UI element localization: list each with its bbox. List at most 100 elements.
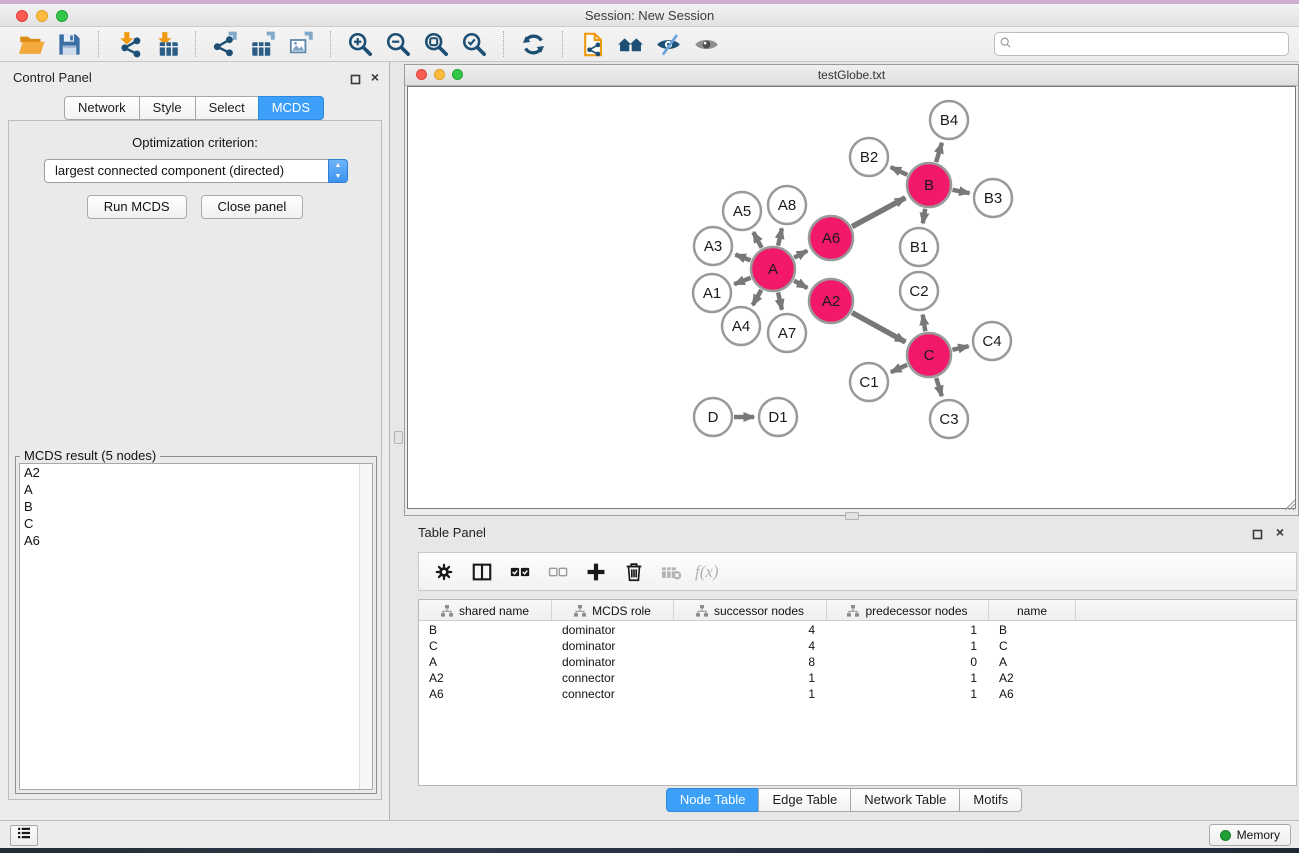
zoom-selected-icon[interactable] <box>455 29 493 59</box>
resize-grip-icon[interactable] <box>1282 497 1296 511</box>
float-panel-icon[interactable] <box>350 72 361 83</box>
zoom-fit-icon[interactable] <box>417 29 455 59</box>
vertical-splitter-grip[interactable] <box>394 431 403 444</box>
close-panel-button[interactable]: Close panel <box>201 195 304 219</box>
table-row[interactable]: Cdominator41C <box>419 638 1296 654</box>
close-panel-icon[interactable]: × <box>371 68 379 86</box>
graph-node-C1[interactable]: C1 <box>850 363 888 401</box>
hide-eye-icon[interactable] <box>649 29 687 59</box>
tab-style[interactable]: Style <box>139 96 196 120</box>
graph-node-A6[interactable]: A6 <box>809 216 853 260</box>
task-history-button[interactable] <box>10 825 38 846</box>
graph-node-A4[interactable]: A4 <box>722 307 760 345</box>
column-browser-icon[interactable] <box>465 557 499 587</box>
result-node-item[interactable]: A6 <box>20 532 372 549</box>
optimization-criterion-label: Optimization criterion: <box>9 135 381 150</box>
tree-icon <box>441 605 453 617</box>
zoom-out-icon[interactable] <box>379 29 417 59</box>
toolbar-separator <box>98 31 99 57</box>
graph-node-C3[interactable]: C3 <box>930 400 968 438</box>
export-table-icon[interactable] <box>244 29 282 59</box>
graph-node-B2[interactable]: B2 <box>850 138 888 176</box>
function-builder-button[interactable]: f(x) <box>693 562 719 582</box>
import-table-icon[interactable] <box>147 29 185 59</box>
column-header-MCDS-role[interactable]: MCDS role <box>552 600 674 621</box>
close-panel-icon[interactable]: × <box>1276 523 1284 541</box>
mcds-result-list[interactable]: A2ABCA6 <box>19 463 373 790</box>
table-row[interactable]: A6connector11A6 <box>419 686 1296 702</box>
result-scrollbar[interactable] <box>359 464 372 789</box>
column-header-successor-nodes[interactable]: successor nodes <box>674 600 827 621</box>
tab-network-table[interactable]: Network Table <box>850 788 960 812</box>
tab-motifs[interactable]: Motifs <box>959 788 1022 812</box>
result-node-item[interactable]: B <box>20 498 372 515</box>
result-node-item[interactable]: A2 <box>20 464 372 481</box>
add-column-icon[interactable] <box>579 557 613 587</box>
search-input[interactable] <box>994 32 1289 56</box>
horizontal-splitter-grip[interactable] <box>845 512 859 520</box>
graph-node-A7[interactable]: A7 <box>768 314 806 352</box>
search-field-wrap <box>994 32 1289 56</box>
column-header-name[interactable]: name <box>989 600 1076 621</box>
delete-column-icon[interactable] <box>617 557 651 587</box>
edge-A2-C <box>852 313 905 342</box>
graph-node-A2[interactable]: A2 <box>809 279 853 323</box>
column-header-shared-name[interactable]: shared name <box>419 600 552 621</box>
graph-node-D1[interactable]: D1 <box>759 398 797 436</box>
graph-node-D[interactable]: D <box>694 398 732 436</box>
network-canvas[interactable]: A A1 A2 A3 A4 A5 A6 A7 A8 B B1 B2 B3 B4 … <box>407 86 1296 509</box>
gear-icon[interactable] <box>427 557 461 587</box>
table-cell: 1 <box>827 686 989 702</box>
deselect-all-icon[interactable] <box>541 557 575 587</box>
application-window: Session: New Session Control Panel × Net… <box>0 0 1299 853</box>
import-network-icon[interactable] <box>109 29 147 59</box>
save-session-icon[interactable] <box>50 29 88 59</box>
svg-text:A8: A8 <box>778 197 796 214</box>
graph-node-A[interactable]: A <box>751 247 795 291</box>
graph-node-A3[interactable]: A3 <box>694 227 732 265</box>
float-panel-icon[interactable] <box>1252 527 1263 538</box>
svg-text:A6: A6 <box>822 230 840 247</box>
table-row[interactable]: Adominator80A <box>419 654 1296 670</box>
open-session-icon[interactable] <box>12 29 50 59</box>
table-panel: Table Panel × f(x) shared nameMCDS roles… <box>390 520 1299 820</box>
export-network-icon[interactable] <box>206 29 244 59</box>
table-type-tabs: Node TableEdge TableNetwork TableMotifs <box>390 788 1299 812</box>
eye-icon[interactable] <box>687 29 725 59</box>
graph-node-C2[interactable]: C2 <box>900 272 938 310</box>
graph-node-B1[interactable]: B1 <box>900 228 938 266</box>
graph-node-C[interactable]: C <box>907 333 951 377</box>
run-mcds-button[interactable]: Run MCDS <box>87 195 187 219</box>
column-header-predecessor-nodes[interactable]: predecessor nodes <box>827 600 989 621</box>
edge-A6-B <box>852 198 905 227</box>
memory-button[interactable]: Memory <box>1209 824 1291 846</box>
graph-node-B3[interactable]: B3 <box>974 179 1012 217</box>
tab-edge-table[interactable]: Edge Table <box>758 788 851 812</box>
table-row[interactable]: Bdominator41B <box>419 622 1296 638</box>
network-document-icon[interactable] <box>573 29 611 59</box>
graph-node-C4[interactable]: C4 <box>973 322 1011 360</box>
table-cell: A2 <box>419 670 552 686</box>
apply-layout-icon[interactable] <box>514 29 552 59</box>
edge-B-B4 <box>936 143 942 162</box>
export-image-icon[interactable] <box>282 29 320 59</box>
network-window-titlebar[interactable]: testGlobe.txt <box>405 65 1298 86</box>
tab-select[interactable]: Select <box>195 96 259 120</box>
homes-icon[interactable] <box>611 29 649 59</box>
tab-mcds[interactable]: MCDS <box>258 96 324 120</box>
graph-node-B4[interactable]: B4 <box>930 101 968 139</box>
criterion-select[interactable]: largest connected component (directed) ▲… <box>44 159 348 183</box>
select-all-icon[interactable] <box>503 557 537 587</box>
table-row[interactable]: A2connector11A2 <box>419 670 1296 686</box>
graph-node-A8[interactable]: A8 <box>768 186 806 224</box>
tab-node-table[interactable]: Node Table <box>666 788 760 812</box>
graph-node-A1[interactable]: A1 <box>693 274 731 312</box>
delete-table-icon[interactable] <box>655 557 689 587</box>
tab-network[interactable]: Network <box>64 96 140 120</box>
result-node-item[interactable]: C <box>20 515 372 532</box>
graph-node-A5[interactable]: A5 <box>723 192 761 230</box>
table-toolbar: f(x) <box>418 552 1297 591</box>
zoom-in-icon[interactable] <box>341 29 379 59</box>
result-node-item[interactable]: A <box>20 481 372 498</box>
graph-node-B[interactable]: B <box>907 163 951 207</box>
